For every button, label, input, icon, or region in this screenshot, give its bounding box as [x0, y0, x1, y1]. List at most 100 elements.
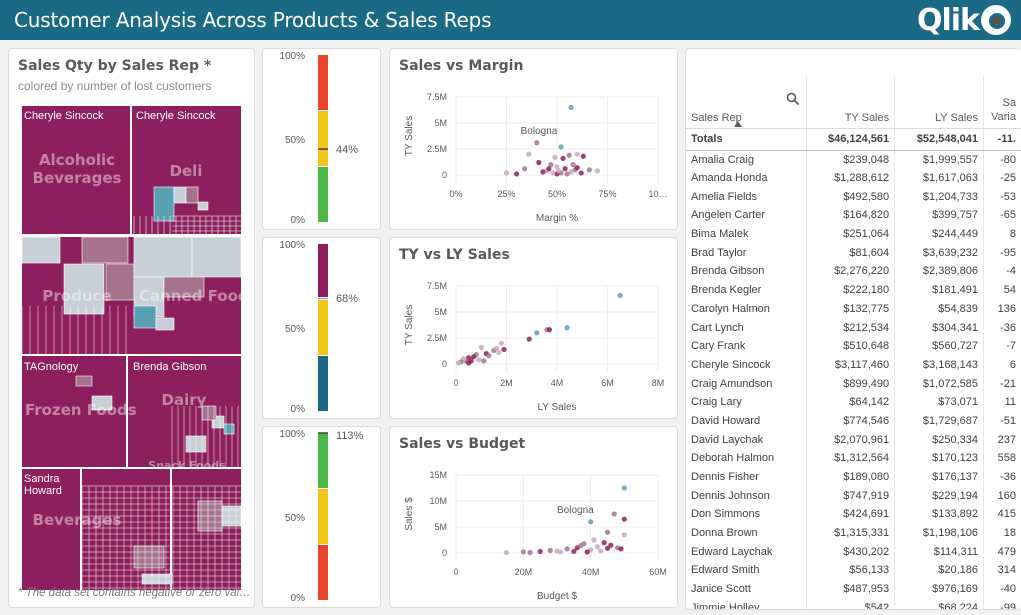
scatter-point[interactable]	[503, 549, 510, 556]
scatter-point[interactable]	[611, 511, 617, 517]
gauge-panel-1[interactable]: 100% 50% 0% 44%	[262, 48, 381, 230]
gauge-chart-2[interactable]: 100% 50% 0% 68%	[263, 238, 381, 419]
table-row[interactable]: Amalia Craig $239,048 $1,999,557 -80	[686, 150, 1021, 169]
cell-sales-rep[interactable]: Carolyn Halmon	[686, 299, 808, 319]
gauge-panel-3[interactable]: 100% 50% 0% 113%	[262, 426, 381, 608]
scatter-point[interactable]	[478, 344, 484, 350]
scatter-point[interactable]	[591, 537, 597, 543]
cell-sales-rep[interactable]: Cheryle Sincock	[686, 355, 808, 375]
scatter-point[interactable]	[594, 168, 600, 174]
scatter-point[interactable]	[558, 144, 564, 150]
scatter-point[interactable]	[534, 330, 540, 336]
scatter-point[interactable]	[503, 170, 510, 176]
scatter-point[interactable]	[540, 169, 546, 175]
scatter-point[interactable]	[604, 545, 611, 551]
scatter-point[interactable]	[550, 170, 556, 176]
scatter-point[interactable]	[522, 166, 528, 172]
cell-sales-rep[interactable]: Janice Scott	[686, 579, 808, 599]
treemap-tile[interactable]	[81, 236, 129, 264]
table-row[interactable]: Brenda Kegler $222,180 $181,491 54	[686, 280, 1021, 300]
column-header-ty-sales[interactable]: TY Sales	[806, 76, 896, 129]
table-row[interactable]: Amelia Fields $492,580 $1,204,733 -53	[686, 187, 1021, 207]
table-row[interactable]: Angelen Carter $164,820 $399,757 -65	[686, 206, 1021, 225]
treemap-tile[interactable]	[133, 545, 165, 569]
column-header-sales-variance[interactable]: Sa Varia	[983, 76, 1021, 129]
cell-sales-rep[interactable]: Brenda Kegler	[686, 280, 808, 300]
scatter-point[interactable]	[564, 546, 570, 552]
scatter-point[interactable]	[574, 165, 580, 171]
scatter-point[interactable]	[536, 159, 542, 166]
scatter-point[interactable]	[471, 354, 477, 360]
table-row[interactable]: Dennis Johnson $747,919 $229,194 160	[686, 486, 1021, 506]
scatter-point[interactable]	[566, 152, 572, 158]
table-row[interactable]: Edward Laychak $430,202 $114,311 479	[686, 542, 1021, 562]
table-row[interactable]: Amanda Honda $1,288,612 $1,617,063 -25	[686, 168, 1021, 188]
cell-sales-rep[interactable]: Cart Lynch	[686, 318, 808, 337]
gauge-panel-2[interactable]: 100% 50% 0% 68%	[262, 237, 381, 419]
scatter-point[interactable]	[501, 346, 507, 353]
scatter-point[interactable]	[578, 170, 584, 176]
scatter-point[interactable]	[562, 166, 568, 172]
scatter-point[interactable]	[547, 547, 553, 553]
treemap-tile[interactable]	[155, 317, 175, 331]
scatter-point[interactable]	[476, 357, 482, 363]
table-row[interactable]: Don Simmons $424,691 $133,892 415	[686, 505, 1021, 524]
scatter-point[interactable]	[621, 516, 627, 522]
scatter-point[interactable]	[498, 340, 505, 346]
scatter-point[interactable]	[486, 353, 492, 359]
scatter-point[interactable]	[466, 360, 472, 366]
table-wrapper[interactable]: Sales Rep TY Sales LY Sales Sa Varia Tot…	[686, 49, 1021, 609]
cell-sales-rep[interactable]: Brad Taylor	[686, 243, 808, 263]
scatter-point[interactable]	[481, 358, 487, 364]
table-row[interactable]: Dennis Fisher $189,080 $176,137 -36	[686, 467, 1021, 487]
scatter-point[interactable]	[520, 549, 526, 555]
treemap-tile[interactable]	[197, 201, 209, 211]
cell-sales-rep[interactable]: Edward Smith	[686, 561, 808, 580]
treemap-tile[interactable]	[173, 186, 187, 204]
scatter-point[interactable]	[568, 104, 574, 110]
scatter-point[interactable]	[514, 171, 520, 177]
cell-sales-rep[interactable]: Amanda Honda	[686, 168, 808, 188]
treemap-tile[interactable]	[185, 186, 199, 204]
sales-vs-budget-chart[interactable]: 15M 10M 5M 00 20M 40M 60M Budget $ Sales $ Bologn…	[390, 427, 678, 608]
cell-sales-rep[interactable]: Edward Laychak	[686, 542, 808, 562]
scatter-point[interactable]	[586, 167, 592, 173]
table-row[interactable]: David Laychak $2,070,961 $250,334 237	[686, 430, 1021, 449]
cell-sales-rep[interactable]: Amalia Craig	[686, 150, 808, 169]
table-row[interactable]: Brenda Gibson $2,276,220 $2,389,806 -4	[686, 262, 1021, 281]
scatter-point[interactable]	[574, 151, 580, 157]
scatter-point[interactable]	[584, 549, 590, 555]
table-row[interactable]: Janice Scott $487,953 $976,169 -40	[686, 579, 1021, 599]
table-row[interactable]: Bima Malek $251,064 $244,449 8	[686, 224, 1021, 244]
treemap-tile[interactable]	[141, 573, 173, 585]
treemap-tile[interactable]	[22, 236, 61, 264]
sales-rep-table-panel[interactable]: Sales Rep TY Sales LY Sales Sa Varia Tot…	[685, 48, 1021, 610]
scatter-point[interactable]	[594, 544, 600, 550]
sort-ascending-icon[interactable]	[734, 121, 742, 127]
table-row[interactable]: Edward Smith $56,133 $20,186 314	[686, 561, 1021, 580]
table-row[interactable]: Craig Lary $64,142 $73,071 11	[686, 392, 1021, 412]
table-row[interactable]: Deborah Halmon $1,312,564 $170,123 558	[686, 449, 1021, 468]
scatter-point[interactable]	[534, 140, 540, 146]
scatter-point[interactable]	[577, 543, 584, 549]
table-row[interactable]: Cary Frank $510,648 $560,727 -7	[686, 336, 1021, 356]
sales-vs-budget-panel[interactable]: Sales vs Budget 15M 10M 5M 0 0 20M 40M 60M Budge…	[389, 426, 678, 608]
search-icon[interactable]	[786, 92, 800, 106]
cell-sales-rep[interactable]: Deborah Halmon	[686, 449, 808, 468]
table-row[interactable]: Cart Lynch $212,534 $304,341 -36	[686, 318, 1021, 337]
scatter-point[interactable]	[560, 155, 566, 161]
column-header-sales-rep[interactable]: Sales Rep	[686, 76, 808, 129]
column-header-ly-sales[interactable]: LY Sales	[894, 76, 984, 129]
scatter-point[interactable]	[564, 325, 570, 331]
cell-sales-rep[interactable]: Brenda Gibson	[686, 262, 808, 281]
table-row[interactable]: David Howard $774,546 $1,729,687 -51	[686, 411, 1021, 431]
treemap-tile[interactable]	[223, 423, 235, 435]
scatter-point[interactable]	[571, 548, 577, 555]
sales-vs-margin-chart[interactable]: 7.5M 5M 2.5M 00% 25% 50% 75% 10… Margin % TY Sale…	[390, 49, 678, 230]
scatter-point[interactable]	[564, 171, 570, 177]
cell-sales-rep[interactable]: Don Simmons	[686, 505, 808, 524]
cell-sales-rep[interactable]: David Howard	[686, 411, 808, 431]
scatter-point[interactable]	[617, 292, 623, 298]
treemap-block[interactable]	[82, 469, 170, 590]
scatter-point[interactable]	[546, 327, 553, 333]
